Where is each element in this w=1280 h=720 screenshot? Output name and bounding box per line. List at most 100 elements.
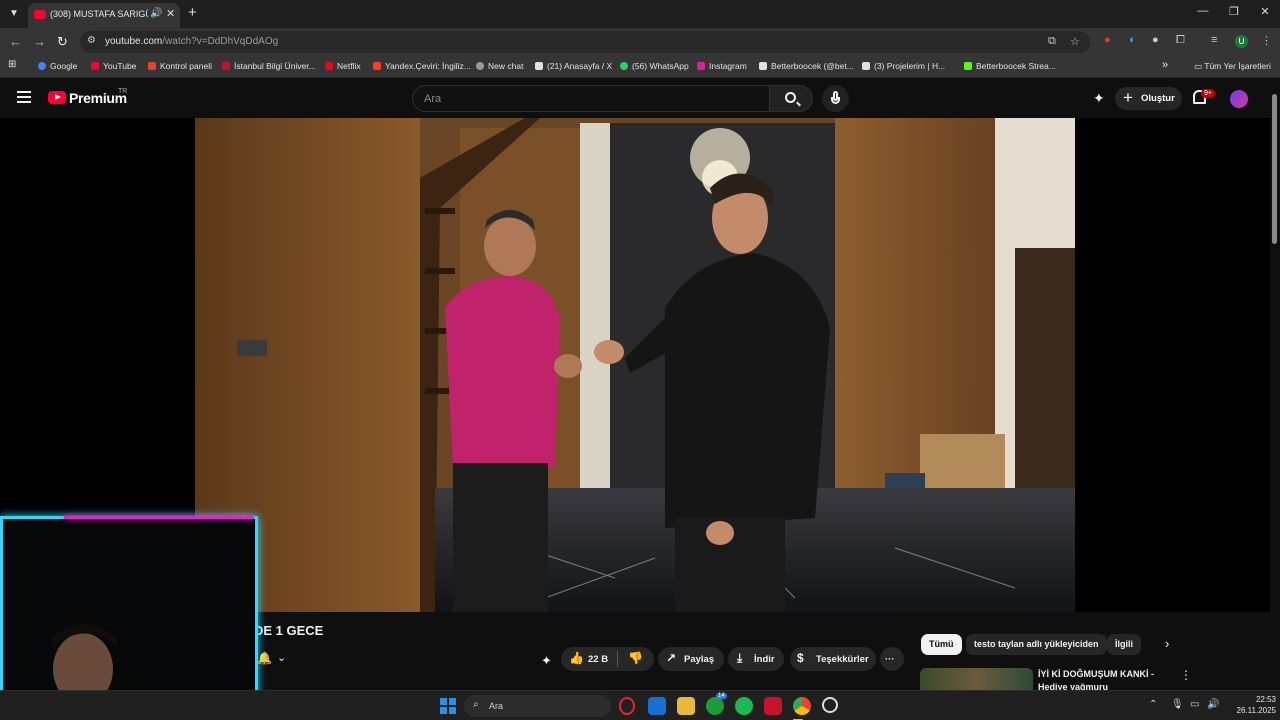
file-explorer-icon[interactable]: [677, 697, 695, 715]
bookmark-label: Kontrol paneli: [160, 61, 212, 71]
bookmark-label: Betterboocek Strea...: [976, 61, 1056, 71]
install-app-icon[interactable]: ⧉: [1048, 35, 1056, 48]
bookmark-item[interactable]: (3) Projelerim | H...: [862, 61, 945, 71]
taskbar-clock[interactable]: 22:53 26.11.2025: [1228, 694, 1276, 716]
network-icon[interactable]: ▭: [1190, 699, 1199, 710]
volume-icon[interactable]: 🔊: [1207, 699, 1219, 710]
like-button[interactable]: 👍 22 B: [561, 647, 616, 671]
back-arrow-icon[interactable]: ←: [9, 34, 22, 49]
ask-sparkle-icon[interactable]: ✦: [541, 653, 552, 669]
windows-start-icon[interactable]: [440, 698, 456, 714]
like-dislike-group: 👍 22 B 👎: [561, 647, 654, 671]
bookmark-item[interactable]: Betterboocek (@bet...: [759, 61, 854, 71]
bookmark-label: Netflix: [337, 61, 361, 71]
instagram-icon: [697, 62, 705, 70]
yandex-icon: [373, 62, 381, 70]
browser-tab-active[interactable]: (308) MUSTAFA SARIGÜL'Ü 🔊 ✕: [28, 3, 180, 28]
new-tab-button[interactable]: +: [188, 4, 197, 21]
forward-arrow-icon[interactable]: →: [33, 34, 46, 49]
chip-all[interactable]: Tümü: [921, 634, 962, 655]
chip-related[interactable]: İlgili: [1107, 634, 1141, 655]
bookmark-item[interactable]: Instagram: [697, 61, 747, 71]
minimize-button[interactable]: —: [1188, 5, 1218, 17]
search-button[interactable]: [769, 85, 813, 112]
webcam-glow-top: [64, 516, 254, 519]
voice-search-button[interactable]: [822, 85, 849, 112]
url-text[interactable]: youtube.com/watch?v=DdDhVqDdAOg: [105, 36, 278, 47]
more-actions-button[interactable]: ···: [880, 647, 904, 671]
chrome-menu-icon[interactable]: ⋮: [1261, 34, 1272, 47]
xbox-icon[interactable]: [706, 697, 724, 715]
bookmark-favicon-icon: [862, 62, 870, 70]
page-scrollbar[interactable]: [1270, 78, 1280, 690]
chevron-right-icon[interactable]: ›: [1165, 636, 1169, 651]
taskbar-search[interactable]: ⌕ Ara: [464, 695, 611, 717]
dislike-button[interactable]: 👎: [618, 647, 654, 671]
chrome-icon[interactable]: [793, 697, 811, 715]
youtube-icon: [91, 62, 99, 70]
share-button[interactable]: ↗ Paylaş: [658, 647, 724, 671]
bookmark-item[interactable]: New chat: [476, 61, 523, 71]
tab-search-chevron-icon[interactable]: ▼: [6, 6, 22, 22]
opera-gx-icon[interactable]: [619, 697, 635, 715]
speaker-icon[interactable]: 🔊: [150, 8, 162, 19]
bookmark-item[interactable]: Yandex.Çeviri: İngiliz...: [373, 61, 471, 71]
bookmark-star-icon[interactable]: ☆: [1070, 35, 1080, 48]
site-info-icon[interactable]: ⚙: [87, 35, 96, 46]
extensions-puzzle-icon[interactable]: ⧠: [1176, 34, 1185, 47]
bookmark-item[interactable]: YouTube: [91, 61, 136, 71]
url-path: /watch?v=DdDhVqDdAOg: [162, 36, 279, 47]
thumbs-up-icon: 👍: [569, 651, 584, 665]
video-title: DE 1 GECE: [254, 623, 324, 638]
create-label: Oluştur: [1141, 93, 1175, 104]
download-button[interactable]: ⤓ İndir: [728, 647, 784, 671]
address-bar[interactable]: ⚙ youtube.com/watch?v=DdDhVqDdAOg ⧉ ☆: [80, 31, 1090, 53]
obs-icon[interactable]: [822, 697, 838, 713]
youtube-logo-icon[interactable]: [48, 91, 66, 104]
profile-avatar[interactable]: U: [1235, 35, 1248, 48]
tray-overflow-chevron-icon[interactable]: ⌃: [1149, 699, 1157, 710]
recommended-video-menu-icon[interactable]: ⋮: [1180, 668, 1192, 682]
youtube-favicon-icon: [34, 10, 46, 19]
sparkle-icon[interactable]: ✦: [1093, 90, 1105, 107]
all-bookmarks-folder[interactable]: ▭ Tüm Yer İşaretleri: [1194, 61, 1271, 72]
close-tab-icon[interactable]: ✕: [166, 7, 175, 20]
spotify-icon[interactable]: [735, 697, 753, 715]
extension-circle-icon[interactable]: ●: [1152, 34, 1159, 46]
video-still-image: [195, 118, 1075, 612]
folder-icon: ▭: [1194, 61, 1205, 71]
bookmarks-overflow-button[interactable]: »: [1162, 59, 1168, 71]
apps-grid-icon[interactable]: ⊞: [8, 59, 16, 70]
bookmark-item[interactable]: Betterboocek Strea...: [964, 61, 1056, 71]
maximize-button[interactable]: ❐: [1219, 5, 1249, 18]
mail-icon[interactable]: [648, 697, 666, 715]
close-window-button[interactable]: ✕: [1250, 5, 1280, 18]
menu-icon[interactable]: [17, 91, 31, 103]
bookmark-item[interactable]: (21) Anasayfa / X: [535, 61, 612, 71]
microphone-tray-icon[interactable]: 🎙: [1171, 699, 1184, 710]
create-button[interactable]: + Oluştur: [1115, 87, 1182, 110]
thanks-label: Teşekkürler: [816, 654, 869, 665]
subscription-bell-icon[interactable]: 🔔: [257, 651, 272, 665]
bookmark-item[interactable]: Kontrol paneli: [148, 61, 212, 71]
extension-red-icon[interactable]: ●: [1104, 34, 1111, 46]
bookmark-item[interactable]: Google: [38, 61, 77, 71]
extension-audio-icon[interactable]: ◖: [1128, 34, 1135, 46]
account-avatar[interactable]: [1230, 90, 1248, 108]
recommended-video-title[interactable]: İYİ Kİ DOĞMUŞUM KANKİ - Hediye yağmuru: [1038, 668, 1163, 690]
bookmark-label: YouTube: [103, 61, 137, 71]
scrollbar-thumb[interactable]: [1272, 94, 1277, 244]
media-queue-icon[interactable]: ≡: [1211, 34, 1217, 46]
reload-icon[interactable]: ↻: [57, 34, 68, 50]
app-red-icon[interactable]: [764, 697, 782, 715]
chip-uploader[interactable]: testo taylan adlı yükleyiciden: [966, 634, 1107, 655]
bookmark-item[interactable]: (56) WhatsApp: [620, 61, 689, 71]
bookmark-item[interactable]: İstanbul Bilgi Üniver...: [222, 61, 316, 71]
search-input[interactable]: [413, 86, 769, 111]
bookmark-item[interactable]: Netflix: [325, 61, 361, 71]
recommended-video-thumbnail[interactable]: [920, 668, 1033, 690]
chevron-down-icon[interactable]: ⌄: [277, 651, 286, 664]
bookmark-label: Yandex.Çeviri: İngiliz...: [385, 61, 471, 71]
video-frame[interactable]: [195, 118, 1075, 612]
thanks-button[interactable]: $ Teşekkürler: [790, 647, 876, 671]
